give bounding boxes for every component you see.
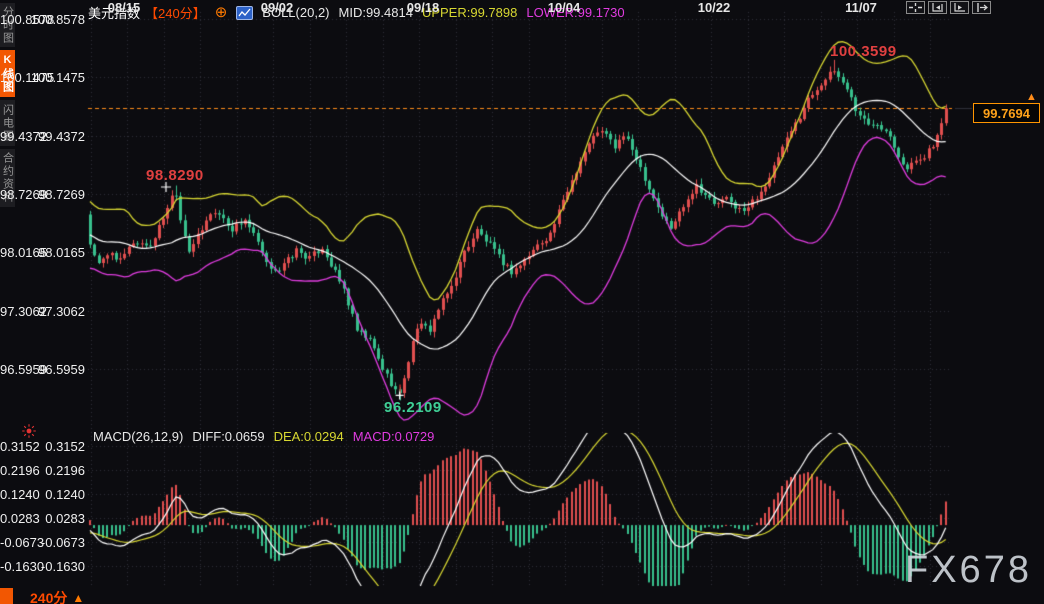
price-axis-label-right: 97.3062 <box>0 304 47 319</box>
chart-header: 美元指数 【240分】 ⊕ BOLL(20,2) MID:99.4814 UPP… <box>88 3 625 22</box>
range-left-icon[interactable] <box>928 1 947 14</box>
date-axis-label: 10/22 <box>698 0 731 15</box>
crosshair-tool-icon[interactable] <box>906 1 925 14</box>
price-marker-arrow-icon: ▲ <box>1026 91 1037 103</box>
price-axis-label-right: 99.4372 <box>0 129 47 144</box>
mini-chart-icon[interactable] <box>236 6 253 20</box>
macd-axis-label-right: 0.0283 <box>0 511 40 526</box>
macd-axis-label-right: -0.1630 <box>0 559 44 574</box>
macd-macd-value: MACD:0.0729 <box>353 429 435 444</box>
date-axis-label: 09/02 <box>261 0 294 15</box>
date-axis-label: 10/04 <box>548 0 581 15</box>
boll-mid-value: MID:99.4814 <box>339 5 413 20</box>
date-axis-label: 11/07 <box>845 0 877 15</box>
chart-window: 分时图K线图闪电图合约资料 美元指数 【240分】 ⊕ BOLL(20,2) M… <box>0 0 1044 604</box>
price-annotation-2: 100.3599 <box>830 43 897 60</box>
chart-toolbar <box>903 1 991 14</box>
bottom-period-label: 240分 <box>30 588 67 604</box>
bottom-period-arrow-icon: ▲ <box>72 591 84 604</box>
price-macd-chart-canvas[interactable] <box>0 0 1044 604</box>
target-circle-icon[interactable]: ⊕ <box>215 8 228 18</box>
price-axis-label-right: 100.1475 <box>0 70 54 85</box>
current-price-box: 99.7694 <box>973 103 1040 123</box>
range-right-icon[interactable] <box>950 1 969 14</box>
sidebar-bottom-accent <box>0 588 13 604</box>
date-axis-label: 09/18 <box>407 0 440 15</box>
step-right-icon[interactable] <box>972 1 991 14</box>
period-label[interactable]: 【240分】 <box>145 3 206 22</box>
price-annotation-1: 98.8290 <box>146 167 204 184</box>
macd-header: MACD(26,12,9) DIFF:0.0659 DEA:0.0294 MAC… <box>93 429 434 444</box>
macd-axis-label-right: 0.2196 <box>0 463 40 478</box>
macd-axis-label-right: 0.1240 <box>0 487 40 502</box>
macd-axis-label-right: -0.0673 <box>0 535 44 550</box>
macd-indicator-label[interactable]: MACD(26,12,9) <box>93 429 183 444</box>
price-axis-label-right: 100.8578 <box>0 12 54 27</box>
alert-dot-icon[interactable] <box>21 423 37 444</box>
fx678-watermark: FX678 <box>905 549 1032 592</box>
macd-dea-value: DEA:0.0294 <box>274 429 344 444</box>
price-annotation-3: 96.2109 <box>384 399 442 416</box>
macd-diff-value: DIFF:0.0659 <box>192 429 264 444</box>
price-axis-label-right: 98.0165 <box>0 245 47 260</box>
date-axis-label: 08/15 <box>108 0 141 15</box>
bottom-period[interactable]: 240分 ▲ <box>30 588 84 604</box>
price-axis-label-right: 96.5959 <box>0 362 47 377</box>
price-axis-label-right: 98.7269 <box>0 187 47 202</box>
